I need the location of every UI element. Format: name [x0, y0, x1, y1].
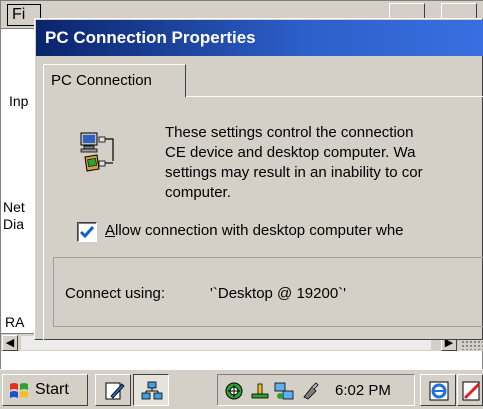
description-line: CE device and desktop computer. Wa [165, 144, 416, 161]
description-line: computer. [165, 184, 231, 201]
clock[interactable]: 6:02 PM [335, 382, 391, 399]
system-tray: 6:02 PM [217, 374, 415, 406]
connect-using-value[interactable]: '`Desktop @ 19200`' [210, 285, 346, 302]
connection-description: These settings control the connection CE… [165, 123, 483, 203]
allow-connection-checkbox[interactable] [77, 222, 97, 242]
pc-device-connection-icon [80, 132, 114, 172]
tab-pc-connection[interactable]: PC Connection [43, 64, 186, 97]
connect-using-label: Connect using: [65, 285, 166, 302]
description-line: These settings control the connection [165, 124, 414, 141]
usb-icon[interactable] [250, 381, 270, 401]
allow-connection-label[interactable]: Allow connection with desktop computer w… [105, 222, 404, 239]
task-button-pen[interactable] [95, 374, 131, 406]
wireless-icon[interactable] [224, 381, 244, 401]
dialog-title: PC Connection Properties [45, 28, 256, 47]
windows-flag-icon [10, 383, 28, 398]
edit-icon [462, 381, 481, 401]
ie-button[interactable] [420, 374, 456, 406]
start-button[interactable]: Start [2, 374, 88, 406]
connection-icon[interactable] [300, 381, 320, 401]
allow-connection-row[interactable]: Allow connection with desktop computer w… [77, 220, 483, 244]
pen-icon [105, 382, 125, 400]
start-label: Start [35, 381, 69, 398]
edit-button[interactable] [457, 374, 483, 406]
description-line: settings may result in an inability to c… [165, 164, 423, 181]
dialog-titlebar[interactable]: PC Connection Properties [36, 20, 483, 56]
taskbar: Start 6:02 PM [0, 369, 483, 409]
task-button-network[interactable] [133, 374, 169, 406]
label-rest: llow connection with desktop computer wh… [115, 222, 404, 239]
tab-label: PC Connection [51, 72, 152, 89]
pc-connection-dialog: PC Connection Properties PC Connection T… [34, 18, 483, 340]
scroll-left-icon[interactable]: ◀ [2, 335, 18, 351]
network-icon[interactable] [274, 381, 294, 401]
network-app-icon [141, 381, 163, 400]
checkmark-icon [79, 226, 95, 239]
ie-icon [429, 381, 449, 401]
label-mnemonic: A [105, 222, 116, 239]
